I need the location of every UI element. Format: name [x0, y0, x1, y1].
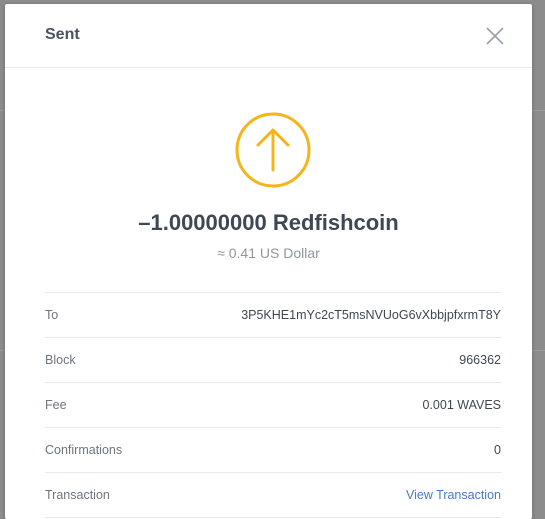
close-button[interactable]: [483, 24, 507, 48]
detail-label: Transaction: [45, 488, 110, 502]
fee-value: 0.001 WAVES: [422, 398, 501, 412]
detail-label: To: [45, 308, 59, 322]
modal-header: Sent: [5, 4, 532, 68]
amount: –1.00000000 Redfishcoin: [138, 210, 399, 235]
recipient-address: 3P5KHE1mYc2cT5msNVUoG6vXbbjpfxrmT8Y: [241, 308, 501, 322]
block-number: 966362: [459, 353, 501, 367]
modal-title: Sent: [45, 26, 80, 43]
fiat-equivalent: ≈ 0.41 US Dollar: [217, 245, 320, 261]
detail-row-fee: Fee 0.001 WAVES: [45, 383, 501, 428]
detail-row-block: Block 966362: [45, 338, 501, 383]
detail-row-transaction: Transaction View Transaction: [45, 473, 501, 518]
detail-label: Block: [45, 353, 76, 367]
detail-row-to: To 3P5KHE1mYc2cT5msNVUoG6vXbbjpfxrmT8Y: [45, 293, 501, 338]
view-transaction-link[interactable]: View Transaction: [406, 488, 501, 502]
detail-row-confirmations: Confirmations 0: [45, 428, 501, 473]
detail-label: Fee: [45, 398, 67, 412]
arrow-up-circle-icon: [235, 112, 311, 188]
confirmations-value: 0: [494, 443, 501, 457]
transaction-modal: Sent –1.00000000 Redfishcoin ≈ 0.41 US D…: [5, 4, 532, 519]
close-icon: [486, 27, 504, 45]
detail-label: Confirmations: [45, 443, 123, 457]
details-list: To 3P5KHE1mYc2cT5msNVUoG6vXbbjpfxrmT8Y B…: [45, 292, 501, 518]
